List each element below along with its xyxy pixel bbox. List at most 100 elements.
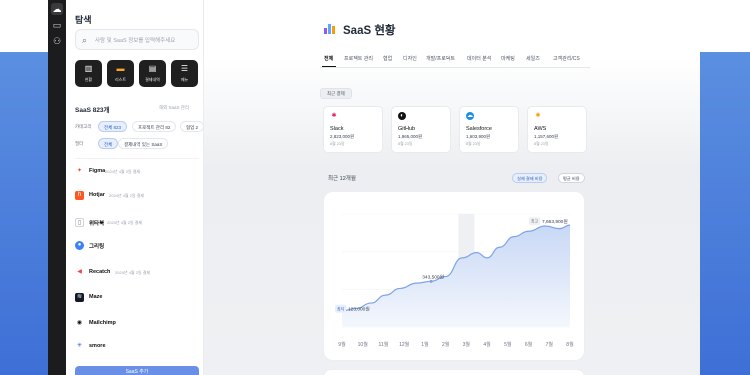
card-date: 8월 23일 <box>330 142 345 146</box>
quick-action-list[interactable]: ▬ 리스트 <box>107 60 134 87</box>
receipt-icon: ▤ <box>148 64 157 73</box>
background-right <box>700 52 750 375</box>
app-rail: ☁ ▭ ⚇ <box>48 0 66 375</box>
next-card <box>323 369 585 375</box>
list-item[interactable]: ✦ Figma 2024년 4월 2일 결제 <box>75 167 199 179</box>
min-value-label: 123,000원 <box>348 306 370 313</box>
payment-card[interactable]: ☁ Salesforce 1,603,900원 8월 23일 <box>459 106 519 153</box>
user-icon[interactable]: ⚇ <box>51 35 63 47</box>
search-icon: ⌕ <box>82 35 88 45</box>
app-name: Mailchimp <box>89 320 116 326</box>
cloud-icon[interactable]: ☁ <box>51 3 63 15</box>
card-amount: 1,965,000원 <box>398 134 423 139</box>
quick-action-label: 현황 <box>84 77 93 82</box>
list-item[interactable]: ◉ Mailchimp <box>75 319 199 331</box>
payment-card[interactable]: ✺ AWS 1,157,600원 8월 23일 <box>527 106 587 153</box>
chart-card: 9월 10월 11월 12월 1월 2월 3월 4월 5월 6월 7월 8월 최저 123,000원 343… <box>323 191 585 361</box>
tab-collaboration[interactable]: 협업 <box>383 55 392 62</box>
area-fill <box>342 225 570 327</box>
card-name: GitHub <box>398 126 416 132</box>
x-tick-label: 11월 <box>379 341 389 348</box>
min-badge-label: 최저 <box>337 307 344 312</box>
saas-count: SaaS 823개 <box>75 107 110 114</box>
slack-icon: ✱ <box>331 113 337 119</box>
quick-action-menu[interactable]: ☰ 메뉴 <box>171 60 198 87</box>
average-cost-toggle[interactable]: 평균 비용 <box>558 173 585 183</box>
card-name: AWS <box>534 126 547 132</box>
sidebar-title: 탐색 <box>75 15 92 25</box>
card-date: 8월 23일 <box>534 142 549 146</box>
bar-chart-icon <box>324 23 336 34</box>
app-date: 2024년 4월 2일 결제 <box>115 270 151 275</box>
mailchimp-icon: ◉ <box>76 320 83 326</box>
payment-card[interactable]: ✱ Slack 2,823,000원 8월 23일 <box>323 106 383 153</box>
app-name: 그리팅 <box>89 244 105 250</box>
background-left <box>0 52 48 375</box>
list-item[interactable]: ● 그리팅 <box>75 241 199 253</box>
max-badge-label: 최고 <box>531 219 538 224</box>
card-amount: 1,157,600원 <box>534 134 559 139</box>
list-item[interactable]: ✳ smore <box>75 342 199 354</box>
main-content: SaaS 현황 전체 프로젝트 관리 협업 디자인 개발/프로덕트 데이터 분석… <box>204 0 700 375</box>
chip-category-collab[interactable]: 협업 2 <box>180 121 205 132</box>
hotjar-icon: h <box>75 191 84 200</box>
x-tick-label: 12월 <box>399 341 410 348</box>
x-tick-label: 9월 <box>338 341 346 348</box>
list-item[interactable]: ≋ Maze <box>75 293 199 305</box>
tab-marketing[interactable]: 마케팅 <box>501 55 515 62</box>
app-name: 위타북 <box>89 221 105 227</box>
list-item[interactable]: ▯ 위타북 2024년 4월 2일 결제 <box>75 218 199 230</box>
tab-customer-cs[interactable]: 고객관리/CS <box>553 55 580 62</box>
tab-sales[interactable]: 세일즈 <box>526 55 540 62</box>
tab-dev-product[interactable]: 개발/프로덕트 <box>426 55 455 62</box>
chart-icon: ▥ <box>84 64 93 73</box>
card-amount: 1,603,900원 <box>466 134 491 139</box>
x-tick-label: 5월 <box>504 341 512 348</box>
x-tick-label: 4월 <box>483 341 491 348</box>
category-label: 카테고리 <box>75 124 92 129</box>
app-date: 2024년 4월 2일 결제 <box>105 169 141 174</box>
app-name: smore <box>89 343 106 349</box>
quick-action-label: 결제내역 <box>145 77 160 82</box>
chip-category-pm[interactable]: 프로젝트 관리 82 <box>132 121 177 132</box>
search-input[interactable]: ⌕ 사람 및 SaaS 정보를 입력해주세요 <box>75 29 199 50</box>
monitor-icon[interactable]: ▭ <box>51 19 63 31</box>
status-label: 필터 <box>75 141 84 146</box>
overseas-saas-link[interactable]: 해외 SaaS 관리 <box>159 105 189 111</box>
app-date: 2024년 4월 2일 결제 <box>109 193 145 198</box>
tab-data-analysis[interactable]: 데이터 분석 <box>467 55 491 62</box>
chip-status-paid[interactable]: 결제내역 있는 SaaS <box>118 138 169 149</box>
card-name: Slack <box>330 126 344 132</box>
actual-cost-toggle[interactable]: 실제 결제 비용 <box>512 173 548 183</box>
max-value-label: 7,663,900원 <box>542 218 568 225</box>
x-tick-label: 10월 <box>358 341 369 348</box>
recent-payments-label: 최근 결제 <box>320 88 352 99</box>
figma-icon: ✦ <box>76 168 83 174</box>
add-saas-button[interactable]: SaaS 추가 <box>75 366 199 375</box>
maze-icon: ≋ <box>75 293 84 302</box>
card-date: 8월 23일 <box>398 142 413 146</box>
card-date: 8월 23일 <box>466 142 481 146</box>
tab-project-management[interactable]: 프로젝트 관리 <box>344 55 373 62</box>
quick-action-label: 리스트 <box>114 77 127 82</box>
tab-design[interactable]: 디자인 <box>403 55 417 62</box>
list-item[interactable]: h Hotjar 2024년 4월 2일 결제 <box>75 191 199 203</box>
github-icon: ◐ <box>398 112 406 120</box>
page-title: SaaS 현황 <box>343 25 396 37</box>
chip-status-all[interactable]: 전체 <box>98 138 119 149</box>
divider <box>75 158 199 159</box>
app-name: Maze <box>89 294 103 300</box>
x-tick-label: 1월 <box>421 341 429 348</box>
quick-action-status[interactable]: ▥ 현황 <box>75 60 102 87</box>
area-chart: 9월 10월 11월 12월 1월 2월 3월 4월 5월 6월 7월 8월 최저 123,000원 343… <box>335 213 574 348</box>
x-tick-label: 8월 <box>566 341 574 348</box>
salesforce-icon: ☁ <box>466 112 474 120</box>
tab-all[interactable]: 전체 <box>324 55 333 62</box>
x-tick-label: 2월 <box>442 341 450 348</box>
list-item[interactable]: ◀ Recatch 2024년 4월 2일 결제 <box>75 268 199 280</box>
payment-card[interactable]: ◐ GitHub 1,965,000원 8월 23일 <box>391 106 451 153</box>
aws-icon: ✺ <box>535 113 541 119</box>
quick-action-label: 메뉴 <box>180 77 189 82</box>
quick-action-payments[interactable]: ▤ 결제내역 <box>139 60 166 87</box>
chip-category-all[interactable]: 전체 823 <box>98 121 128 132</box>
